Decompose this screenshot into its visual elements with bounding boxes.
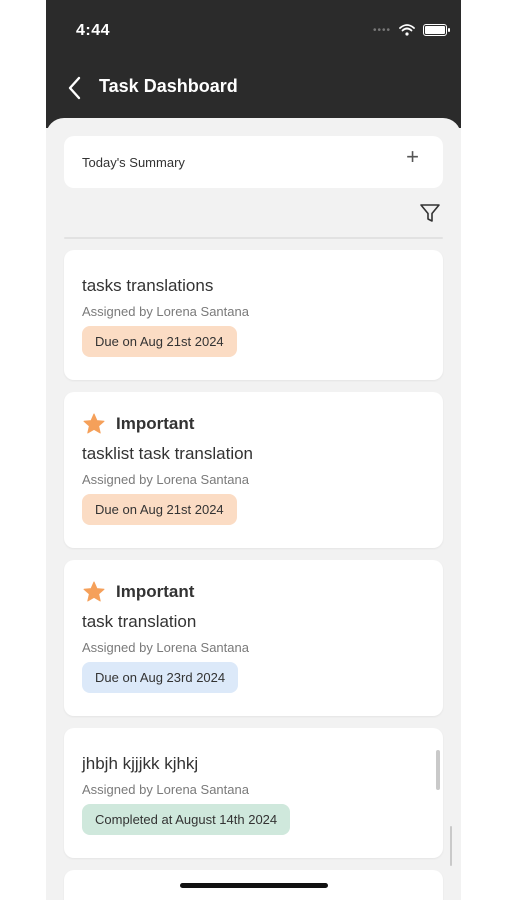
- due-date-badge: Due on Aug 21st 2024: [82, 326, 237, 357]
- task-assigned-by: Assigned by Lorena Santana: [82, 640, 249, 655]
- summary-bar[interactable]: Today's Summary +: [64, 136, 443, 188]
- star-icon: [83, 581, 105, 602]
- important-label: Important: [116, 582, 195, 601]
- summary-label: Today's Summary: [82, 155, 185, 170]
- star-icon: [83, 413, 105, 434]
- filter-icon[interactable]: [419, 202, 441, 224]
- task-card[interactable]: tasks translations Assigned by Lorena Sa…: [64, 250, 443, 380]
- back-button[interactable]: [64, 74, 88, 102]
- wifi-icon: [399, 24, 415, 36]
- battery-icon: [423, 24, 450, 36]
- phone-screen: 4:44 •••• Task Dashboard Today's Summary…: [46, 0, 461, 900]
- important-flag: Important: [82, 580, 194, 604]
- task-title: task translation: [82, 612, 197, 631]
- completed-badge: Completed at August 14th 2024: [82, 804, 291, 835]
- due-date-badge: Due on Aug 23rd 2024: [82, 662, 239, 693]
- task-title: tasklist task translation: [82, 444, 254, 463]
- task-title: tasks translations: [82, 276, 214, 295]
- task-card[interactable]: jhbjh kjjjkk kjhkj Assigned by Lorena Sa…: [64, 728, 443, 858]
- add-task-button[interactable]: +: [406, 146, 419, 168]
- signal-icon: ••••: [372, 24, 391, 36]
- page-scrollbar[interactable]: [450, 826, 452, 866]
- page-title: Task Dashboard: [99, 76, 238, 96]
- task-assigned-by: Assigned by Lorena Santana: [82, 782, 249, 797]
- important-flag: Important: [82, 412, 194, 436]
- task-assigned-by: Assigned by Lorena Santana: [82, 304, 249, 319]
- card-scrollbar[interactable]: [436, 750, 440, 790]
- home-indicator[interactable]: [180, 883, 328, 888]
- important-label: Important: [116, 414, 195, 433]
- due-date-badge: Due on Aug 21st 2024: [82, 494, 237, 525]
- list-divider: [64, 237, 443, 239]
- status-time: 4:44: [76, 22, 111, 39]
- content-area: Today's Summary + tasks translations Ass…: [46, 118, 461, 900]
- chevron-left-icon: [68, 76, 81, 100]
- top-bar: 4:44 •••• Task Dashboard: [46, 0, 461, 128]
- task-card[interactable]: Important tasklist task translation Assi…: [64, 392, 443, 548]
- status-icons: ••••: [372, 24, 450, 36]
- task-card[interactable]: Important task translation Assigned by L…: [64, 560, 443, 716]
- task-title: jhbjh kjjjkk kjhkj: [82, 754, 199, 773]
- task-assigned-by: Assigned by Lorena Santana: [82, 472, 249, 487]
